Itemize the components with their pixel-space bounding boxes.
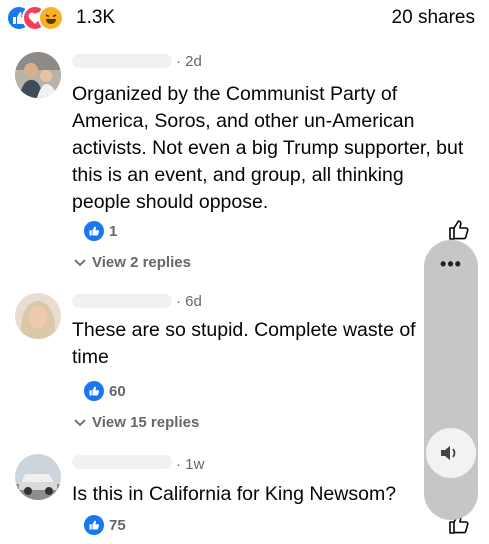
comment-text: Is this in California for King Newsom? — [72, 483, 397, 505]
like-button-icon[interactable] — [447, 218, 471, 242]
volume-knob[interactable] — [426, 428, 476, 478]
view-replies-link[interactable]: View 2 replies — [74, 254, 191, 271]
comment-text: Organized by the Communist Party of Amer… — [72, 83, 464, 213]
view-replies-label: View 2 replies — [92, 254, 191, 271]
haha-reaction-icon — [38, 5, 64, 31]
commenter-name[interactable] — [72, 455, 172, 469]
like-badge-icon — [84, 515, 104, 535]
comment-time[interactable]: · 1w — [176, 456, 204, 473]
like-count[interactable]: 60 — [109, 383, 126, 400]
commenter-name[interactable] — [72, 294, 172, 308]
like-count[interactable]: 75 — [109, 517, 126, 534]
avatar[interactable] — [15, 454, 61, 500]
avatar[interactable] — [15, 293, 61, 339]
chevron-down-icon — [74, 254, 86, 271]
commenter-name[interactable] — [72, 54, 172, 68]
avatar[interactable] — [15, 52, 61, 98]
reactions-bar: 1.3K 20 shares — [0, 0, 489, 36]
like-count[interactable]: 1 — [109, 223, 117, 240]
shares-count[interactable]: 20 shares — [392, 7, 475, 29]
reaction-count[interactable]: 1.3K — [76, 7, 115, 29]
reaction-icons[interactable] — [6, 5, 78, 31]
like-badge-icon — [84, 221, 104, 241]
view-replies-label: View 15 replies — [92, 414, 200, 431]
like-badge-icon — [84, 381, 104, 401]
view-replies-link[interactable]: View 15 replies — [74, 414, 199, 431]
comment-time[interactable]: · 2d — [176, 53, 202, 70]
volume-slider[interactable]: ••• — [424, 240, 478, 520]
volume-icon — [441, 446, 456, 460]
comment-time[interactable]: · 6d — [176, 293, 202, 310]
more-options-button[interactable]: ••• — [424, 254, 478, 275]
comment-text: These are so stupid. Complete waste of t… — [72, 319, 416, 368]
chevron-down-icon — [74, 414, 86, 431]
